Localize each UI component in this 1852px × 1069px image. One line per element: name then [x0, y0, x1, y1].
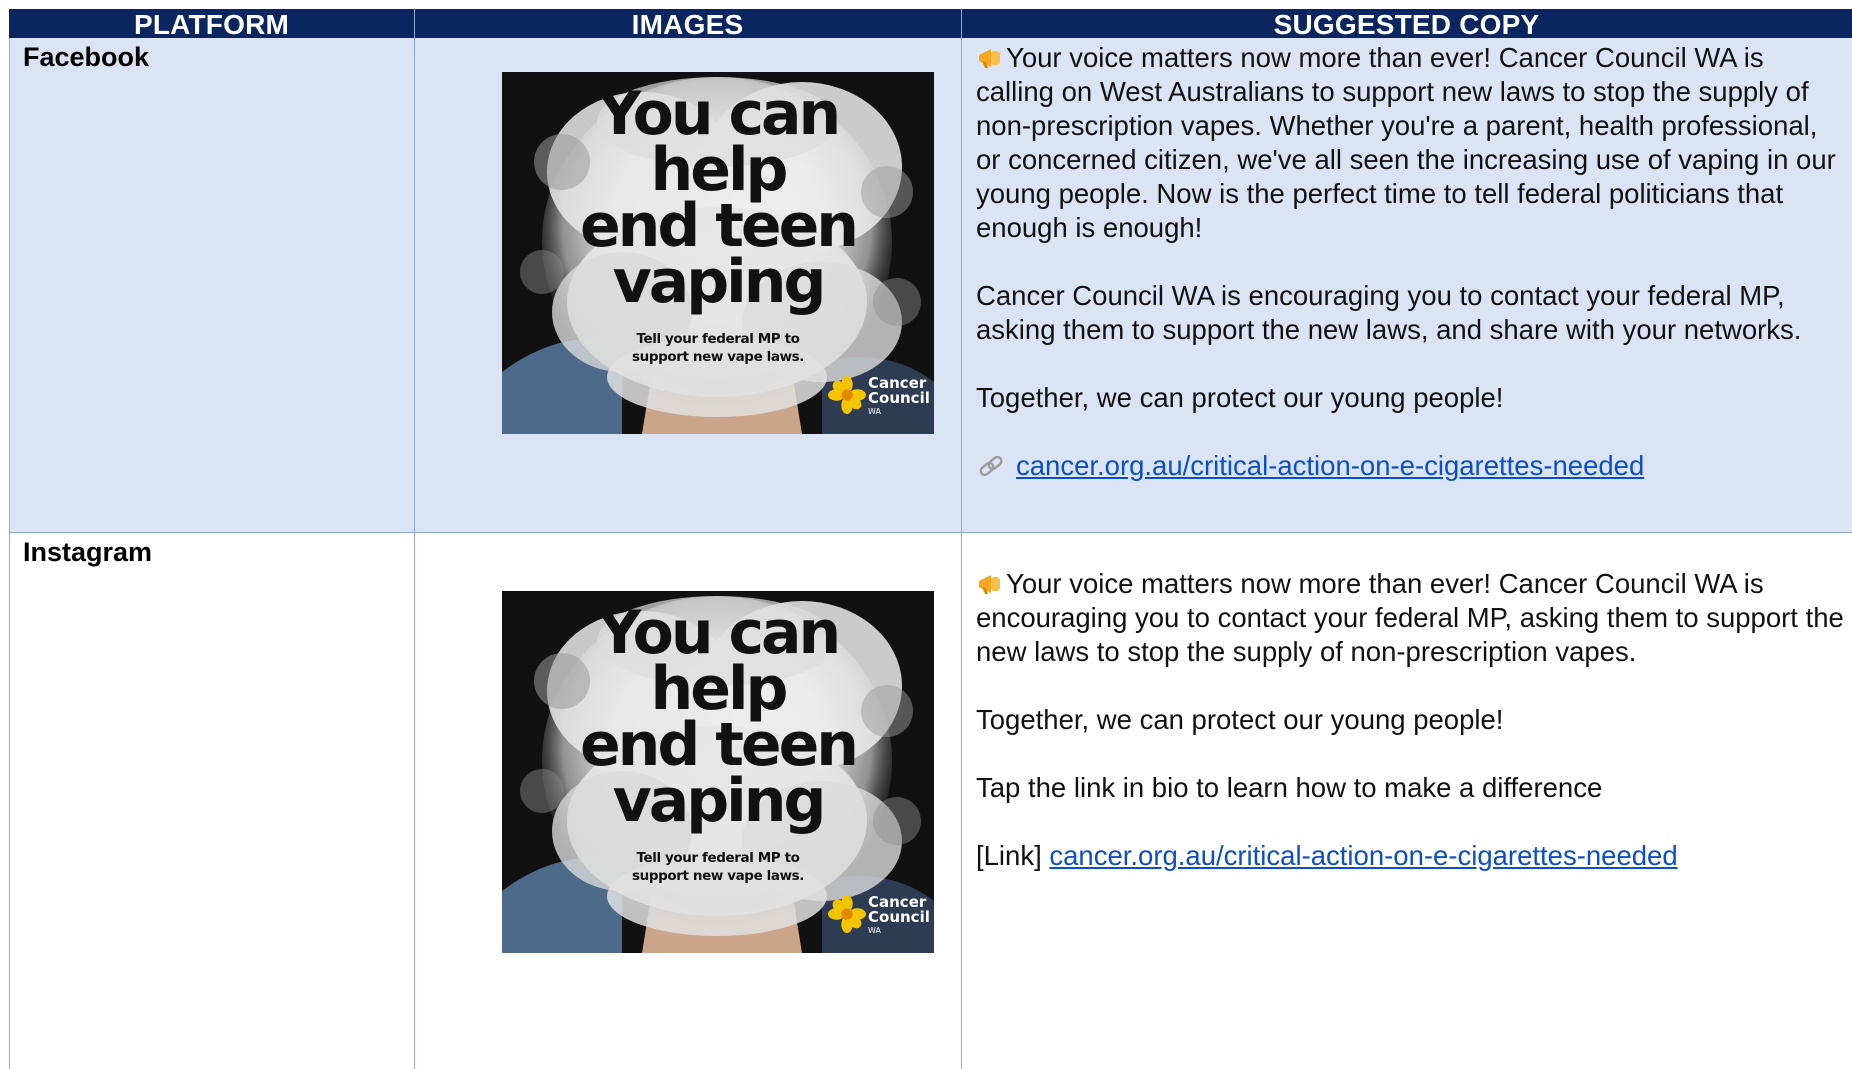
poster-headline: You can help end teen vaping	[502, 79, 934, 317]
campaign-link[interactable]: cancer.org.au/critical-action-on-e-cigar…	[1049, 840, 1677, 871]
campaign-poster-image[interactable]: You can help end teen vaping Tell your f…	[502, 72, 934, 434]
copy-paragraph: Your voice matters now more than ever! C…	[976, 41, 1847, 245]
copy-paragraph: Your voice matters now more than ever! C…	[976, 567, 1847, 669]
poster-headline-line: vaping	[612, 766, 827, 836]
poster-headline-line: You can	[597, 598, 842, 668]
logo-word: Council	[868, 389, 930, 407]
platform-label: Facebook	[23, 42, 150, 72]
daffodil-icon	[828, 895, 866, 933]
poster-subline: Tell your federal MP to support new vape…	[502, 330, 934, 366]
poster-subline: Tell your federal MP to support new vape…	[502, 849, 934, 885]
table-row-facebook: Facebook You can help end teen vaping Te…	[9, 38, 1852, 533]
poster-headline-line: help	[650, 135, 789, 205]
campaign-link[interactable]: cancer.org.au/critical-action-on-e-cigar…	[1016, 450, 1644, 481]
copy-cell: Your voice matters now more than ever! C…	[962, 38, 1852, 532]
logo-state: WA	[868, 407, 881, 416]
logo-text: Cancer Council WA	[868, 895, 930, 936]
megaphone-icon	[979, 575, 1000, 594]
content-table: PLATFORM IMAGES SUGGESTED COPY Facebook …	[9, 9, 1852, 1069]
copy-paragraph: Tap the link in bio to learn how to make…	[976, 772, 1603, 803]
suggested-copy-text: Your voice matters now more than ever! C…	[976, 567, 1847, 873]
poster-headline-line: vaping	[612, 247, 827, 317]
copy-cell: Your voice matters now more than ever! C…	[962, 533, 1852, 1069]
table-row-instagram: Instagram You can help end teen vaping T…	[9, 533, 1852, 1069]
poster-headline-line: end teen	[579, 191, 859, 261]
poster-headline-line: end teen	[579, 710, 859, 780]
cancer-council-logo: Cancer Council WA	[826, 889, 930, 943]
campaign-poster-image[interactable]: You can help end teen vaping Tell your f…	[502, 591, 934, 953]
logo-word: Council	[868, 908, 930, 926]
logo-text: Cancer Council WA	[868, 376, 930, 417]
copy-link-line: cancer.org.au/critical-action-on-e-cigar…	[976, 449, 1847, 483]
poster-headline: You can help end teen vaping	[502, 598, 934, 836]
link-icon	[979, 455, 1003, 477]
copy-paragraph-text: Your voice matters now more than ever! C…	[976, 42, 1836, 243]
copy-paragraph: Cancer Council WA is encouraging you to …	[976, 280, 1802, 345]
poster-subline-line: Tell your federal MP to	[636, 331, 800, 347]
suggested-copy-text: Your voice matters now more than ever! C…	[976, 41, 1847, 483]
poster-headline-line: You can	[597, 79, 842, 149]
link-prefix: [Link]	[976, 840, 1042, 871]
copy-link-line: [Link] cancer.org.au/critical-action-on-…	[976, 839, 1847, 873]
platform-cell: Instagram	[10, 533, 415, 1069]
copy-paragraph: Together, we can protect our young peopl…	[976, 382, 1504, 413]
logo-state: WA	[868, 926, 881, 935]
platform-cell: Facebook	[10, 38, 415, 532]
copy-paragraph: Together, we can protect our young peopl…	[976, 704, 1504, 735]
image-cell: You can help end teen vaping Tell your f…	[415, 533, 962, 1069]
copy-paragraph-text: Your voice matters now more than ever! C…	[976, 568, 1844, 667]
megaphone-icon	[979, 49, 1000, 68]
poster-subline-line: support new vape laws.	[632, 868, 804, 884]
image-cell: You can help end teen vaping Tell your f…	[415, 38, 962, 532]
platform-label: Instagram	[23, 537, 153, 567]
cancer-council-logo: Cancer Council WA	[826, 370, 930, 424]
poster-subline-line: support new vape laws.	[632, 349, 804, 365]
poster-subline-line: Tell your federal MP to	[636, 850, 800, 866]
daffodil-icon	[828, 376, 866, 414]
poster-headline-line: help	[650, 654, 789, 724]
